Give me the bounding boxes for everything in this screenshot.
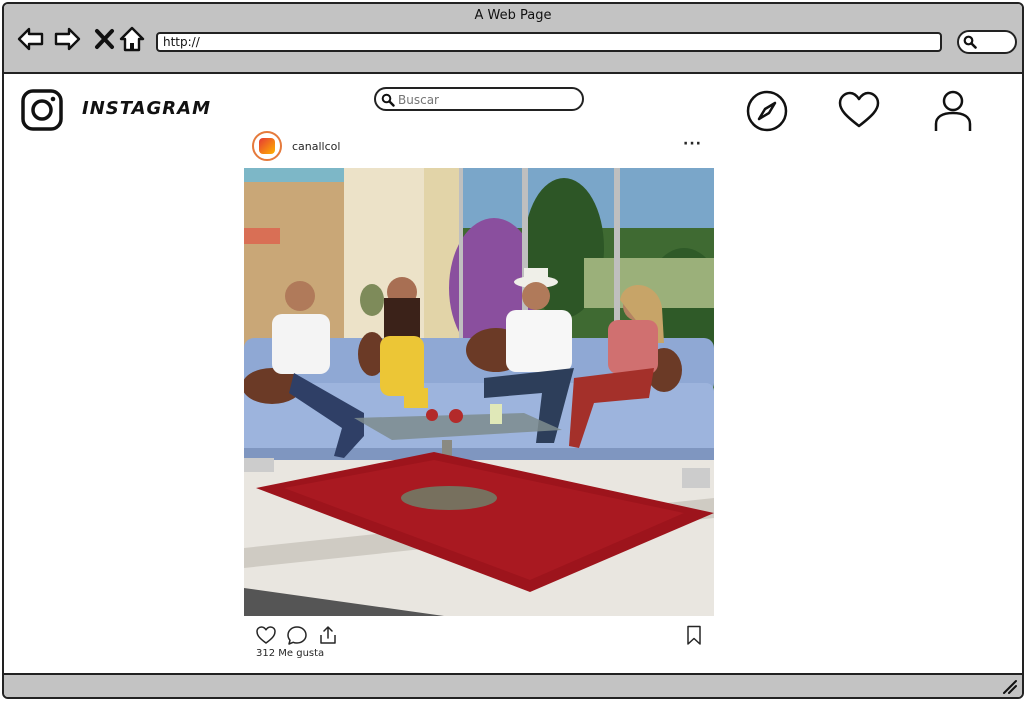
- address-bar[interactable]: http://: [156, 32, 942, 52]
- browser-search-button[interactable]: [957, 30, 1017, 54]
- post-header: canallcol ···: [244, 124, 714, 168]
- more-options-button[interactable]: ···: [683, 136, 702, 152]
- resize-grip-icon[interactable]: [1000, 677, 1018, 695]
- search-input[interactable]: [396, 90, 580, 110]
- heart-icon[interactable]: [255, 624, 277, 646]
- comment-icon[interactable]: [286, 624, 308, 646]
- browser-window: A Web Page http:// INSTAGRAM Buscar cana…: [2, 2, 1024, 699]
- profile-icon[interactable]: [930, 88, 976, 134]
- stop-icon[interactable]: [90, 24, 120, 54]
- avatar[interactable]: [252, 131, 282, 161]
- search-icon: [381, 93, 395, 107]
- window-title: A Web Page: [474, 8, 552, 23]
- post-card: canallcol ··· 312 Me gusta: [244, 124, 714, 664]
- instagram-search-box[interactable]: [374, 87, 584, 111]
- share-icon[interactable]: [317, 624, 339, 646]
- compass-icon[interactable]: [744, 88, 790, 134]
- instagram-wordmark[interactable]: INSTAGRAM: [82, 98, 211, 119]
- heart-icon[interactable]: [836, 88, 882, 134]
- bookmark-icon[interactable]: [683, 624, 705, 646]
- back-icon[interactable]: [16, 24, 46, 54]
- browser-statusbar: [4, 673, 1022, 697]
- forward-icon[interactable]: [52, 24, 82, 54]
- browser-titlebar: A Web Page http://: [4, 4, 1022, 74]
- post-actions-bar: [244, 620, 714, 650]
- home-icon[interactable]: [117, 24, 147, 54]
- search-icon: [963, 35, 977, 49]
- instagram-logo-icon[interactable]: [20, 88, 64, 132]
- channel-logo: [259, 138, 275, 154]
- likes-count[interactable]: 312 Me gusta: [256, 648, 324, 659]
- post-photo[interactable]: [244, 168, 714, 616]
- post-username[interactable]: canallcol: [292, 140, 340, 153]
